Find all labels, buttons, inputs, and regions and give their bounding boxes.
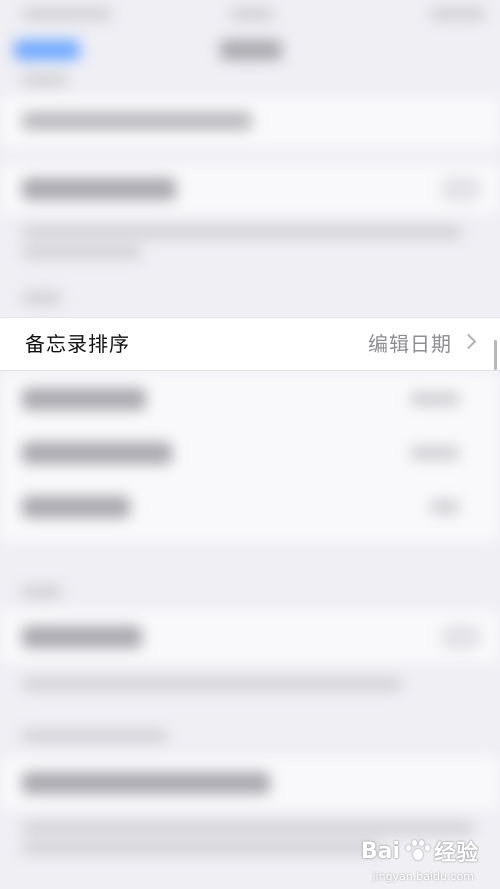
row-label xyxy=(22,496,130,518)
section-header xyxy=(22,74,68,86)
scroll-indicator xyxy=(494,340,497,370)
paw-icon xyxy=(404,840,430,862)
section-header xyxy=(22,730,168,742)
watermark-suffix: 经验 xyxy=(433,841,478,866)
footer-text xyxy=(22,226,462,238)
nav-title xyxy=(220,40,282,60)
row-value xyxy=(410,446,460,460)
row-value xyxy=(430,500,460,514)
section-header xyxy=(22,586,62,598)
row-label xyxy=(22,388,146,410)
status-bar-battery xyxy=(430,8,486,20)
row-value xyxy=(410,392,460,406)
section-header xyxy=(22,292,62,304)
notes-sort-value: 编辑日期 xyxy=(368,332,452,356)
toggle-switch[interactable] xyxy=(440,176,482,202)
footer-text xyxy=(22,842,382,854)
toggle-switch[interactable] xyxy=(440,624,482,650)
row-label xyxy=(22,112,252,130)
status-bar-carrier xyxy=(22,8,112,20)
back-button[interactable] xyxy=(14,40,80,60)
chevron-right-icon xyxy=(460,333,477,350)
baidu-watermark: Bai 经验 xyxy=(361,835,478,867)
row-label xyxy=(22,178,176,200)
watermark-url: jingyan.baidu.com xyxy=(372,870,474,883)
blurred-background xyxy=(0,0,500,889)
status-bar-time xyxy=(230,8,274,20)
row-label xyxy=(22,626,142,648)
footer-text xyxy=(22,678,402,690)
row-label xyxy=(22,772,270,794)
row-label xyxy=(22,442,172,464)
notes-sort-label: 备忘录排序 xyxy=(25,332,130,356)
footer-text xyxy=(22,822,474,834)
footer-text xyxy=(22,246,142,258)
notes-sort-row[interactable]: 备忘录排序 编辑日期 xyxy=(0,317,500,371)
watermark-brand: Bai xyxy=(360,838,400,864)
